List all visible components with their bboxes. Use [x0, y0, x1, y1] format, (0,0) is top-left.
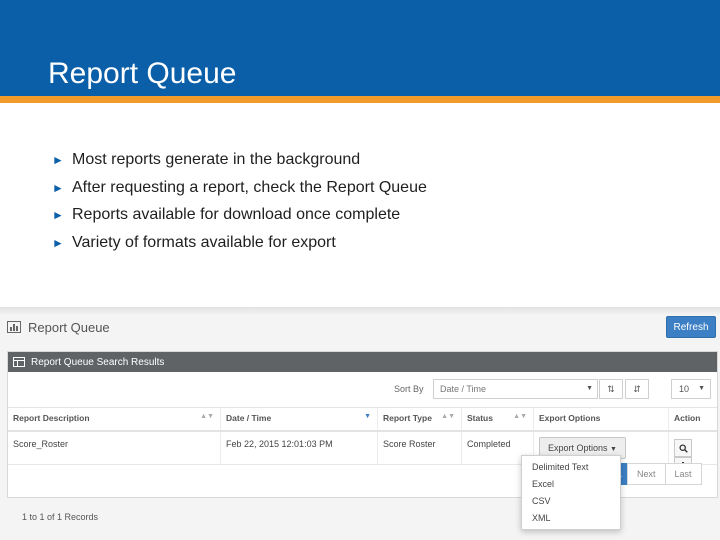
sort-descending-icon: ⇵: [633, 383, 641, 394]
view-report-button[interactable]: [674, 439, 692, 457]
chevron-down-icon: ▼: [586, 385, 593, 392]
table-header: Report Description ▲▼ Date / Time ▼ Repo…: [8, 407, 717, 432]
page-title: Report Queue: [28, 319, 110, 335]
bullet-arrow-icon: ►: [52, 235, 64, 250]
slide-header: Report Queue: [0, 0, 720, 103]
column-label: Report Type: [383, 413, 432, 423]
sort-ascending-button[interactable]: ⇅: [599, 379, 623, 399]
bullet-text: After requesting a report, check the Rep…: [72, 178, 427, 196]
bullet-item: ► Reports available for download once com…: [52, 201, 427, 229]
report-queue-screenshot: Report Queue Refresh Report Queue Search…: [0, 307, 720, 540]
column-header-status[interactable]: Status ▲▼: [461, 408, 533, 430]
bullet-arrow-icon: ►: [52, 180, 64, 195]
records-count: 1 to 1 of 1 Records: [22, 512, 99, 522]
column-label: Date / Time: [226, 413, 272, 423]
panel-title: Report Queue Search Results: [31, 356, 165, 368]
column-header-export-options: Export Options: [533, 408, 668, 430]
cell-description: Score_Roster: [13, 439, 69, 449]
export-option-excel[interactable]: Excel: [522, 476, 620, 493]
report-chart-icon: [7, 321, 21, 333]
page-size-value: 10: [679, 384, 690, 394]
column-header-description[interactable]: Report Description ▲▼: [8, 408, 220, 430]
pagination: 1 Next Last: [611, 463, 702, 485]
export-option-xml[interactable]: XML: [522, 510, 620, 527]
sort-by-value: Date / Time: [440, 384, 487, 394]
cell-action: [668, 432, 717, 475]
sort-indicator-icon: ▲▼: [200, 413, 214, 420]
cell-report-type: Score Roster: [377, 432, 461, 464]
report-queue-heading: Report Queue: [7, 317, 110, 337]
panel-header: Report Queue Search Results: [8, 352, 717, 372]
column-label: Action: [674, 413, 701, 423]
cell-date-time: Feb 22, 2015 12:01:03 PM: [220, 432, 377, 464]
bullet-text: Reports available for download once comp…: [72, 206, 401, 223]
bullet-item: ► Variety of formats available for export: [52, 229, 427, 257]
page-next-button[interactable]: Next: [627, 463, 666, 485]
page-size-select[interactable]: 10 ▼: [671, 379, 711, 399]
export-options-menu: Delimited Text Excel CSV XML: [521, 455, 621, 530]
column-label: Export Options: [539, 413, 601, 423]
bullet-text: Most reports generate in the background: [72, 151, 361, 168]
sort-descending-button[interactable]: ⇵: [625, 379, 649, 399]
column-label: Status: [467, 413, 493, 423]
slide-title: Report Queue: [48, 57, 237, 90]
sort-by-label: Sort By: [394, 384, 424, 394]
export-option-delimited-text[interactable]: Delimited Text: [522, 459, 620, 476]
caret-down-icon: ▼: [610, 446, 617, 453]
bullet-text: Variety of formats available for export: [72, 233, 336, 251]
sort-desc-indicator-icon: ▼: [364, 413, 371, 420]
screenshot-top-fade: [0, 307, 720, 315]
header-accent-rule: [0, 96, 720, 103]
refresh-button[interactable]: Refresh: [666, 316, 716, 338]
magnifier-icon: [678, 443, 688, 453]
bullet-arrow-icon: ►: [52, 208, 64, 222]
sort-indicator-icon: ▲▼: [441, 413, 455, 420]
page-last-button[interactable]: Last: [664, 463, 702, 485]
export-option-csv[interactable]: CSV: [522, 493, 620, 510]
chevron-down-icon: ▼: [698, 385, 705, 392]
column-header-report-type[interactable]: Report Type ▲▼: [377, 408, 461, 430]
table-icon: [13, 357, 25, 367]
column-header-action: Action: [668, 408, 717, 430]
bullet-item: ► After requesting a report, check the Re…: [52, 174, 427, 202]
column-header-date-time[interactable]: Date / Time ▼: [220, 408, 377, 430]
bullet-list: ► Most reports generate in the background…: [52, 146, 427, 256]
sort-by-select[interactable]: Date / Time ▼: [433, 379, 598, 399]
bullet-arrow-icon: ►: [52, 153, 64, 167]
sort-indicator-icon: ▲▼: [513, 413, 527, 420]
column-label: Report Description: [13, 413, 90, 423]
sort-ascending-icon: ⇅: [607, 383, 615, 394]
bullet-item: ► Most reports generate in the background: [52, 146, 427, 174]
export-options-label: Export Options: [548, 443, 608, 453]
